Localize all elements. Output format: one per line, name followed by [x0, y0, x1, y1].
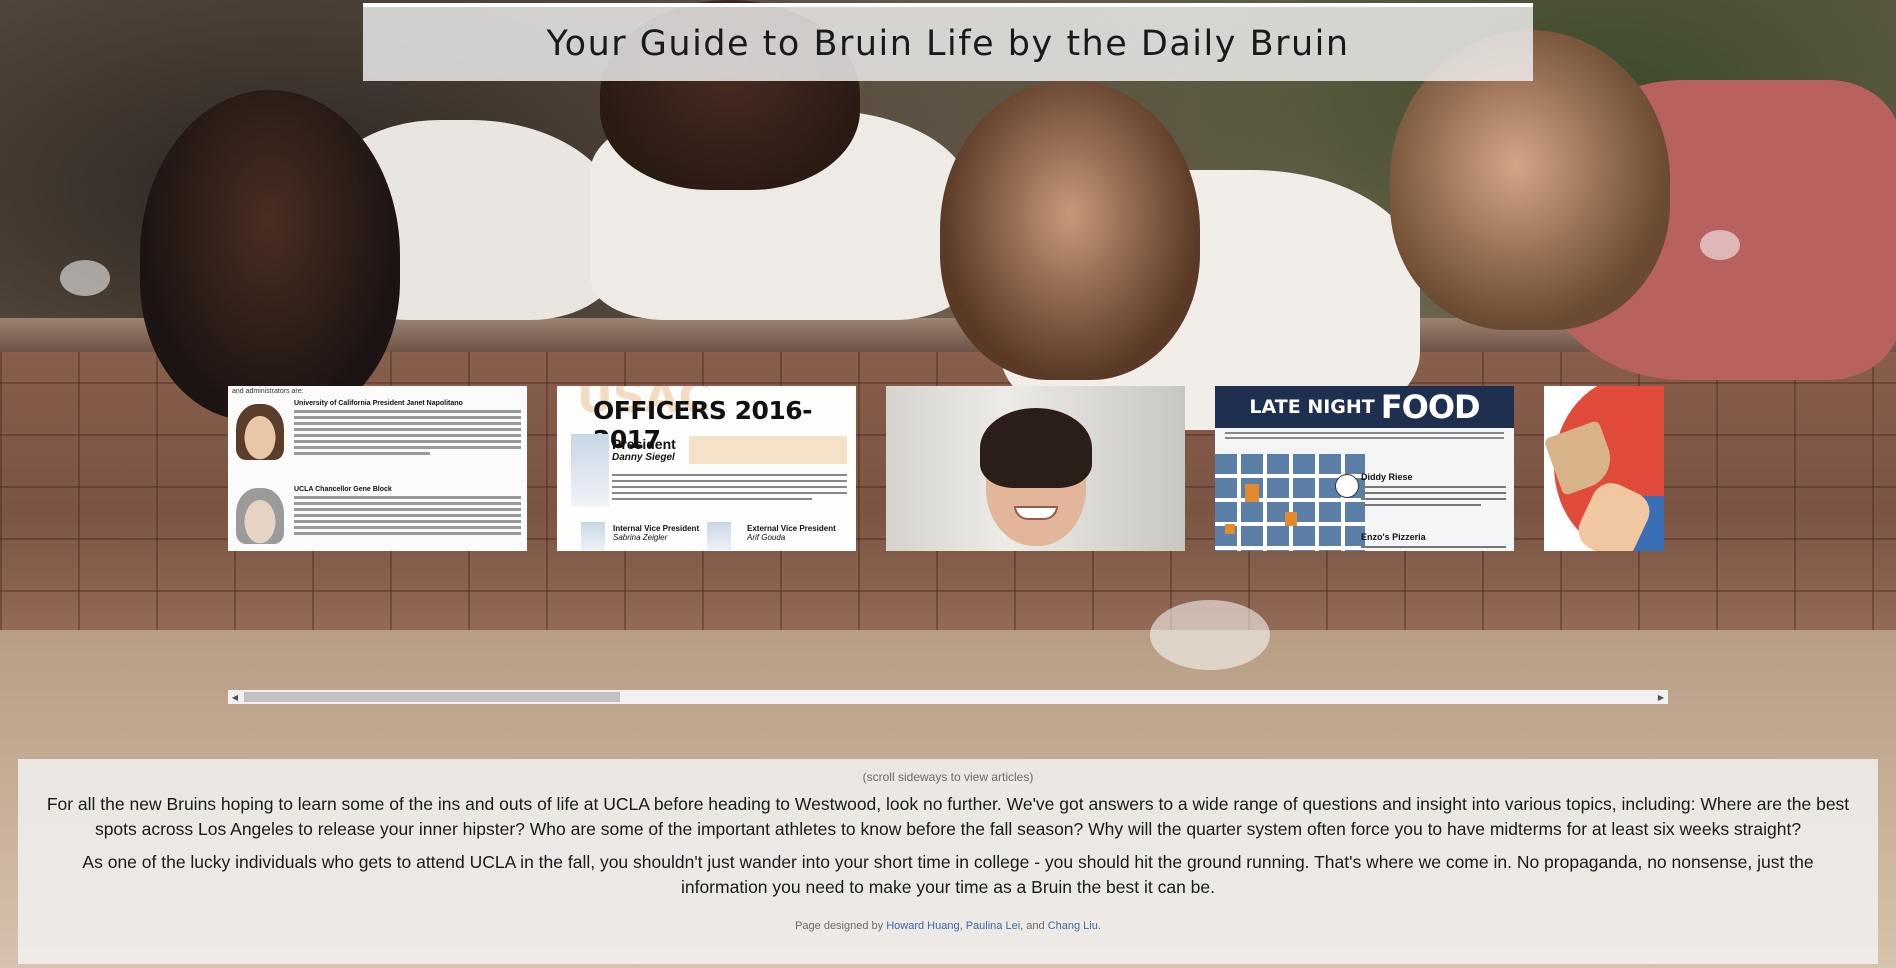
card-subrole: Internal Vice President Sabrina Zeigler [613, 524, 700, 542]
article-card-administrators[interactable]: and administrators are: University of Ca… [228, 386, 527, 551]
article-card-late-night-food[interactable]: LATE NIGHT FOOD Diddy Riese Enzo's Pizze… [1215, 386, 1514, 551]
person-one [140, 90, 400, 420]
card-heading: University of California President Janet… [294, 400, 463, 407]
horizontal-scrollbar[interactable]: ◀ ▶ [228, 690, 1668, 704]
westwood-map [1215, 454, 1365, 551]
portrait-hair [980, 408, 1092, 488]
card-text-block: UCLA Chancellor Gene Block [294, 486, 521, 538]
officer-photo [707, 522, 731, 551]
block-avatar [236, 488, 284, 544]
intro-paragraph-1: For all the new Bruins hoping to learn s… [46, 794, 1850, 839]
scroll-hint: (scroll sideways to view articles) [862, 770, 1034, 784]
scrollbar-thumb[interactable] [244, 692, 620, 702]
designer-link-paulina-lei[interactable]: Paulina Lei [966, 920, 1020, 932]
scroll-right-arrow-icon[interactable]: ▶ [1654, 690, 1668, 704]
card-text-block: University of California President Janet… [294, 400, 521, 458]
card-subrole: External Vice President Arif Gouda [747, 524, 836, 542]
water-splash [60, 260, 110, 296]
article-card-illustration[interactable] [1544, 386, 1664, 551]
article-card-portrait[interactable] [886, 386, 1185, 551]
scroll-left-arrow-icon[interactable]: ◀ [228, 690, 242, 704]
portrait-eye [1012, 474, 1022, 479]
card-intro-text: and administrators are: [232, 388, 304, 395]
title-banner: Your Guide to Bruin Life by the Daily Br… [363, 3, 1533, 81]
napolitano-avatar [236, 404, 284, 460]
card-heading: UCLA Chancellor Gene Block [294, 486, 392, 493]
page-title: Your Guide to Bruin Life by the Daily Br… [546, 24, 1350, 64]
president-photo [571, 434, 609, 506]
card-highlight-box [689, 436, 847, 464]
card-subtitle-lines [1225, 432, 1504, 434]
person-three [940, 80, 1200, 380]
spot-name: Enzo's Pizzeria [1361, 532, 1426, 542]
page-credits: Page designed by Howard Huang, Paulina L… [795, 920, 1101, 932]
designer-link-howard-huang[interactable]: Howard Huang [886, 920, 959, 932]
article-card-officers[interactable]: USAC OFFICERS 2016-2017 President Danny … [557, 386, 856, 551]
water-splash [1700, 230, 1740, 260]
officer-photo [581, 522, 605, 551]
carousel-track: and administrators are: University of Ca… [228, 386, 1664, 551]
spot-name: Diddy Riese [1361, 472, 1413, 482]
intro-paragraph-2: As one of the lucky individuals who gets… [82, 852, 1814, 897]
intro-panel: (scroll sideways to view articles) For a… [18, 759, 1878, 964]
article-carousel[interactable]: and administrators are: University of Ca… [228, 386, 1668, 706]
portrait-eye [1050, 474, 1060, 479]
card-role: President Danny Siegel [612, 436, 676, 463]
ice-cream-icon [1335, 474, 1359, 498]
card-banner: LATE NIGHT FOOD [1215, 386, 1514, 428]
designer-link-chang-liu[interactable]: Chang Liu [1048, 920, 1098, 932]
